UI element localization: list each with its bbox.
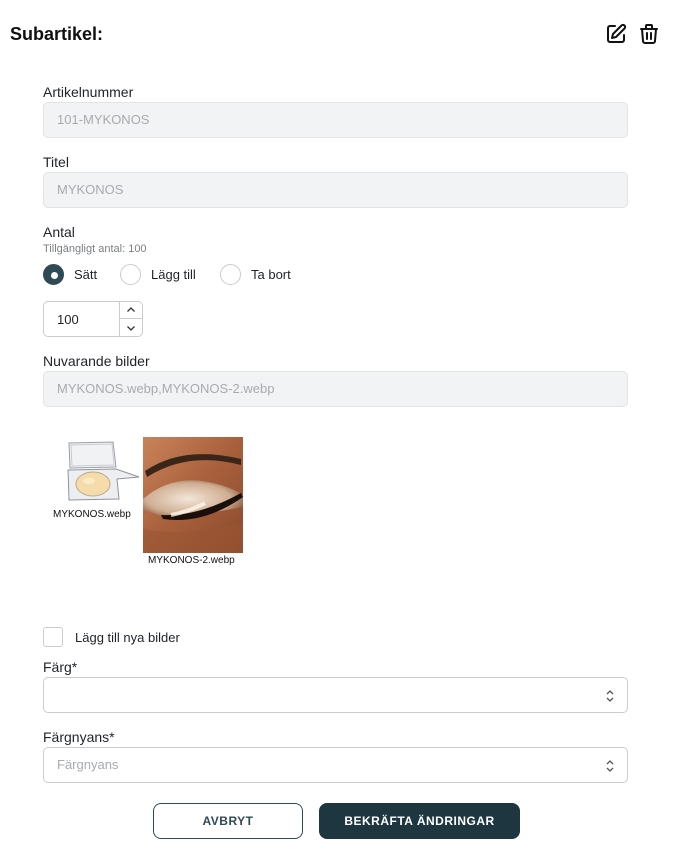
chevron-down-icon [127,325,135,331]
thumbnail-2: MYKONOS-2.webp [143,437,243,566]
page-title: Subartikel: [10,24,104,44]
radio-set-label: Sätt [74,267,98,282]
pencil-square-icon[interactable] [604,22,628,46]
thumbnail-2-caption: MYKONOS-2.webp [148,555,235,566]
chevron-up-icon [127,307,135,312]
title-label: Titel [43,154,69,170]
eye-makeup-photo [143,437,243,553]
decrement-button[interactable] [120,319,142,336]
quantity-label: Antal [43,224,75,240]
stepper-arrows [119,302,142,336]
article-number-input: 101-MYKONOS [43,102,628,138]
cancel-button[interactable]: AVBRYT [153,803,303,839]
quantity-stepper[interactable]: 100 [43,301,143,337]
color-label: Färg* [43,659,78,675]
shade-select[interactable]: Färgnyans [43,747,628,783]
available-quantity-text: Tillgängligt antal: 100 [43,243,147,255]
color-select[interactable] [43,677,628,713]
radio-add-circle[interactable] [120,264,141,285]
thumbnail-1: MYKONOS.webp [43,437,143,520]
thumbnail-1-caption: MYKONOS.webp [53,509,131,520]
shade-label: Färgnyans* [43,729,115,745]
shade-select-placeholder: Färgnyans [57,757,119,772]
header: Subartikel: [10,22,665,48]
add-new-images-label: Lägg till nya bilder [75,630,180,645]
eyeshadow-compact-image [43,437,143,507]
title-input: MYKONOS [43,172,628,208]
select-caret-icon [606,760,614,772]
article-number-label: Artikelnummer [43,84,134,100]
radio-remove-label: Ta bort [251,267,291,282]
radio-add-label: Lägg till [151,267,196,282]
radio-set-circle[interactable] [43,264,64,285]
radio-remove-circle[interactable] [220,264,241,285]
quantity-value[interactable]: 100 [57,312,79,327]
current-images-label: Nuvarande bilder [43,353,150,369]
add-new-images-checkbox[interactable] [43,627,63,647]
trash-icon[interactable] [637,22,661,46]
confirm-changes-button[interactable]: BEKRÄFTA ÄNDRINGAR [319,803,520,839]
increment-button[interactable] [120,302,142,319]
select-caret-icon [606,690,614,702]
current-images-input: MYKONOS.webp,MYKONOS-2.webp [43,371,628,407]
